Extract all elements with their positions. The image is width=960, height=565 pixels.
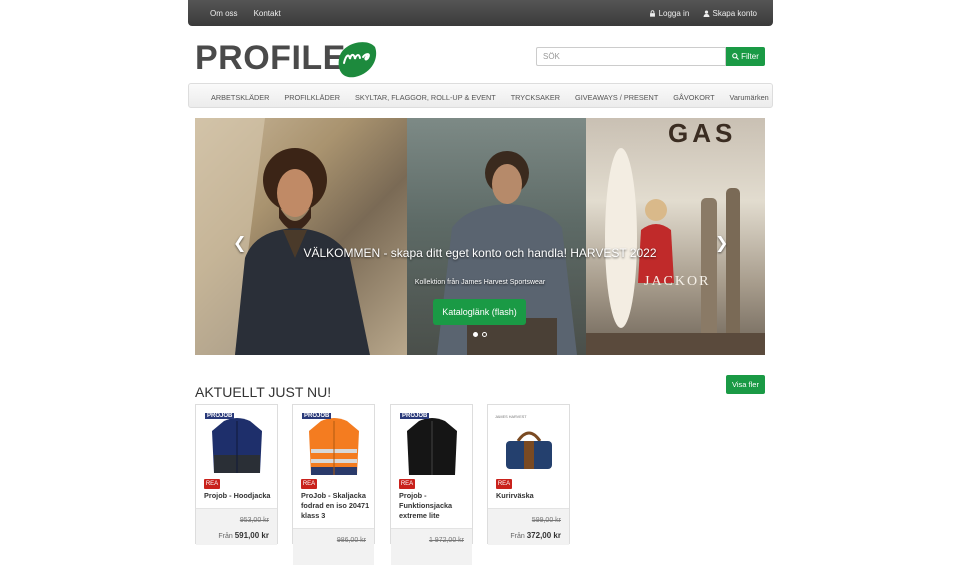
logo-text: PROFILE xyxy=(195,39,346,77)
product-card[interactable]: PROJOB REA Projob - Hoodjacka 953,00 kr … xyxy=(195,404,278,545)
nav-item-gavokort[interactable]: GÅVOKORT xyxy=(673,93,714,102)
show-more-button[interactable]: Visa fler xyxy=(726,375,765,394)
price-block: 599,00 kr Från 372,00 kr xyxy=(488,508,569,545)
old-price: 953,00 kr xyxy=(239,517,269,524)
brand-label: JAMES HARVEST xyxy=(495,415,527,419)
brand-label: PROJOB xyxy=(205,413,235,419)
logo-mark xyxy=(338,42,377,78)
product-image-hoodjacka xyxy=(212,418,262,473)
carousel-dot[interactable] xyxy=(473,332,478,337)
brand-label: PROJOB xyxy=(400,413,430,419)
hero-carousel: GAS JACKOR ❮ ❯ VÄLKOMMEN - skapa ditt eg… xyxy=(195,118,765,355)
about-link[interactable]: Om oss xyxy=(210,9,238,18)
product-name: Projob - Hoodjacka xyxy=(204,491,271,500)
contact-link[interactable]: Kontakt xyxy=(254,9,281,18)
site-logo[interactable]: PROFILE xyxy=(195,37,380,79)
search-placeholder: SÖK xyxy=(543,52,560,61)
hero-image-woman-surfboard: GAS JACKOR xyxy=(586,118,765,355)
current-price: Från 591,00 kr xyxy=(218,531,269,540)
nav-item-skyltar[interactable]: SKYLTAR, FLAGGOR, ROLL-UP & EVENT xyxy=(355,93,496,102)
sale-badge: REA xyxy=(301,479,317,489)
hero-caption: VÄLKOMMEN - skapa ditt eget konto och ha… xyxy=(303,246,657,260)
old-price: 599,00 kr xyxy=(531,517,561,524)
sale-badge: REA xyxy=(496,479,512,489)
current-price: Från 372,00 kr xyxy=(510,531,561,540)
nav-item-varumarken[interactable]: Varumärken xyxy=(730,93,769,102)
section-title: AKTUELLT JUST NU! xyxy=(195,384,332,400)
login-label: Logga in xyxy=(658,9,690,18)
brand-label: PROJOB xyxy=(302,413,332,419)
price-block: 953,00 kr Från 591,00 kr xyxy=(196,508,277,545)
carousel-indicators xyxy=(473,332,487,337)
price-block: 986,00 kr xyxy=(293,528,374,565)
search-icon xyxy=(732,53,740,60)
product-name: ProJob - Skaljacka fodrad en iso 20471 k… xyxy=(301,491,370,520)
price-block: 1 972,00 kr xyxy=(391,528,472,565)
product-card[interactable]: JAMES HARVEST REA Kurirväska 599,00 kr F… xyxy=(487,404,570,545)
product-name: Kurirväska xyxy=(496,491,534,500)
catalog-link-button[interactable]: Kataloglänk (flash) xyxy=(433,299,526,325)
hero-subcaption: Kollektion från James Harvest Sportswear xyxy=(414,279,546,286)
product-image-skaljacka xyxy=(309,418,359,475)
carousel-dot[interactable] xyxy=(482,332,487,337)
nav-item-trycksaker[interactable]: TRYCKSAKER xyxy=(511,93,560,102)
top-bar: Om oss Kontakt Logga in Skapa konto xyxy=(188,0,773,26)
old-price: 986,00 kr xyxy=(336,537,366,544)
old-price: 1 972,00 kr xyxy=(428,537,464,544)
register-label: Skapa konto xyxy=(712,9,757,18)
hero-figure-3 xyxy=(586,148,765,355)
product-image-funktionsjacka xyxy=(407,418,457,475)
filter-button[interactable]: Filter xyxy=(726,47,765,66)
main-nav: ARBETSKLÄDER PROFILKLÄDER SKYLTAR, FLAGG… xyxy=(188,83,773,108)
nav-item-profilklader[interactable]: PROFILKLÄDER xyxy=(284,93,340,102)
product-name: Projob - Funktionsjacka extreme lite xyxy=(399,491,453,520)
hero-image-man-tent xyxy=(195,118,407,355)
search-input[interactable]: SÖK xyxy=(536,47,726,66)
product-image-kurirvaska xyxy=(506,431,552,469)
sale-badge: REA xyxy=(204,479,220,489)
user-icon xyxy=(703,10,710,17)
login-link[interactable]: Logga in xyxy=(649,9,689,18)
hero-figure-1 xyxy=(195,118,370,355)
hero-sign-text: GAS xyxy=(668,118,737,148)
sale-badge: REA xyxy=(399,479,415,489)
register-link[interactable]: Skapa konto xyxy=(703,9,757,18)
lock-icon xyxy=(650,10,656,17)
nav-item-arbetsklader[interactable]: ARBETSKLÄDER xyxy=(211,93,269,102)
product-card[interactable]: PROJOB REA ProJob - Skaljacka fodrad en … xyxy=(292,404,375,565)
product-card[interactable]: PROJOB REA Projob - Funktionsjacka extre… xyxy=(390,404,473,565)
nav-item-giveaways[interactable]: GIVEAWAYS / PRESENT xyxy=(575,93,658,102)
filter-label: Filter xyxy=(741,52,759,61)
